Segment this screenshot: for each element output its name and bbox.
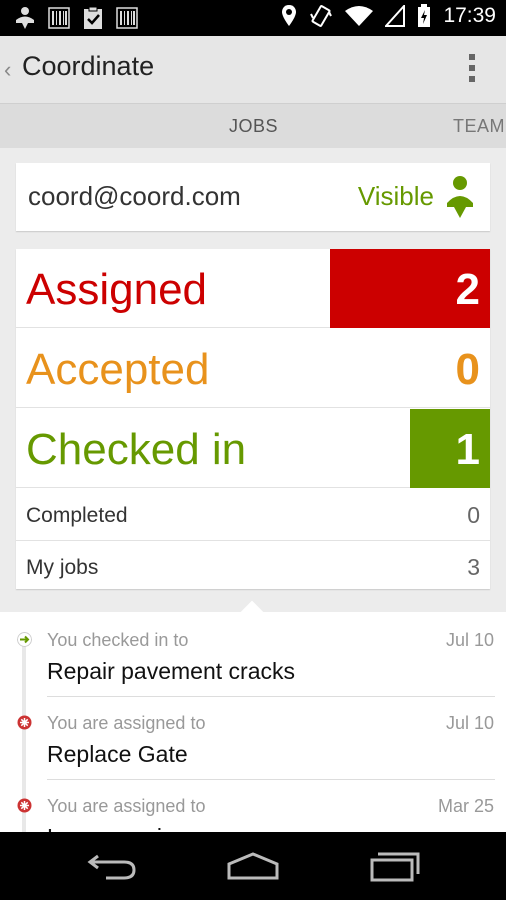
vibrate-icon — [310, 5, 333, 27]
stat-assigned[interactable]: Assigned 2 — [16, 249, 490, 328]
battery-charging-icon — [418, 4, 431, 27]
tab-jobs[interactable]: JOBS — [229, 116, 278, 137]
notification-icons — [14, 6, 138, 30]
stat-my-jobs[interactable]: My jobs 3 — [16, 541, 490, 593]
feed-job-title[interactable]: Repair pavement cracks — [47, 658, 295, 685]
recent-apps-icon[interactable] — [368, 850, 422, 882]
home-icon[interactable] — [226, 850, 280, 882]
stat-count: 0 — [455, 345, 480, 394]
stat-count: 2 — [330, 249, 490, 328]
stat-count: 1 — [410, 409, 490, 488]
stat-label: Completed — [26, 504, 128, 527]
action-bar: ‹ Coordinate — [0, 36, 506, 104]
assigned-icon — [17, 715, 32, 730]
stat-count: 3 — [467, 554, 480, 580]
assigned-icon — [17, 798, 32, 813]
jobs-content: coord@coord.com Visible Assigned 2 Accep… — [0, 148, 506, 608]
feed-job-title[interactable]: Lawn mowing — [47, 824, 188, 832]
stat-label: Assigned — [26, 265, 208, 314]
feed-date: Jul 10 — [445, 630, 494, 650]
feed-item[interactable]: You are assigned to Jul 10 Replace Gate — [0, 696, 506, 780]
feed-caption: You are assigned to — [47, 796, 206, 816]
user-card[interactable]: coord@coord.com Visible — [16, 163, 490, 231]
checked-in-icon — [17, 632, 32, 647]
feed-date: Mar 25 — [437, 796, 494, 816]
stat-label: My jobs — [26, 556, 99, 579]
feed-item[interactable]: You are assigned to Mar 25 Lawn mowing — [0, 779, 506, 832]
signal-icon — [385, 5, 406, 27]
feed-item[interactable]: You checked in to Jul 10 Repair pavement… — [0, 612, 506, 697]
job-stats-card: Assigned 2 Accepted 0 Checked in 1 Compl… — [16, 249, 490, 589]
feed-caption: You are assigned to — [47, 713, 206, 733]
feed-caption: You checked in to — [47, 630, 189, 650]
up-navigation-icon[interactable]: ‹ — [4, 57, 11, 83]
stat-count: 0 — [467, 502, 480, 528]
back-icon[interactable] — [86, 850, 138, 882]
tab-strip: JOBS TEAM — [0, 104, 506, 148]
feed-job-title[interactable]: Replace Gate — [47, 741, 188, 768]
wifi-icon — [345, 6, 374, 26]
stat-label: Checked in — [26, 425, 247, 474]
activity-feed[interactable]: You checked in to Jul 10 Repair pavement… — [0, 612, 506, 832]
location-icon — [282, 5, 297, 26]
stat-label: Accepted — [26, 345, 210, 394]
barcode-icon — [116, 7, 138, 29]
user-visible-icon — [447, 176, 473, 218]
system-indicators: 17:39 — [281, 4, 496, 28]
tab-team[interactable]: TEAM — [453, 116, 505, 137]
clipboard-check-icon — [84, 6, 102, 29]
stat-checked-in[interactable]: Checked in 1 — [16, 409, 490, 488]
status-bar: 17:39 — [0, 0, 506, 36]
feed-date: Jul 10 — [445, 713, 494, 733]
notification-person-icon — [16, 7, 34, 29]
stat-accepted[interactable]: Accepted 0 — [16, 329, 490, 408]
visibility-status: Visible — [357, 181, 434, 211]
barcode-icon — [48, 7, 70, 29]
stat-completed[interactable]: Completed 0 — [16, 489, 490, 541]
overflow-menu-icon[interactable] — [468, 54, 476, 86]
app-title[interactable]: Coordinate — [22, 51, 154, 82]
clock: 17:39 — [443, 4, 496, 27]
navigation-bar — [0, 832, 506, 900]
user-email: coord@coord.com — [28, 181, 241, 211]
